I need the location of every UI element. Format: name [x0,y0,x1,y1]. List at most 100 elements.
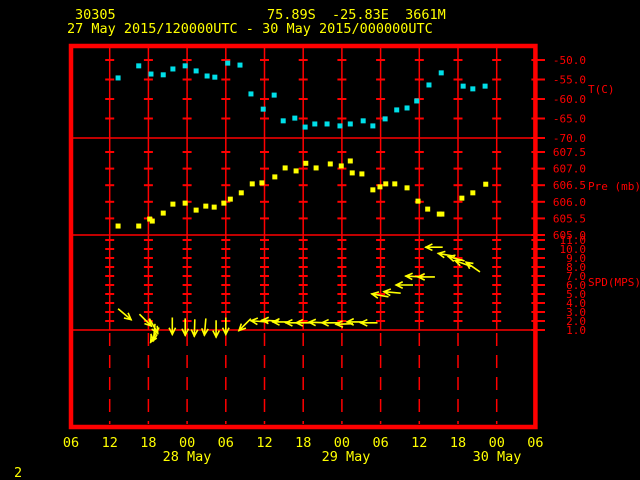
observation-period: 27 May 2015/120000UTC - 30 May 2015/0000… [67,21,433,37]
pressure-data-point [227,196,233,202]
y-tick-label: 607.5 [553,146,586,159]
temperature-data-point [182,63,188,69]
x-tick-label: 18 [140,435,156,451]
pressure-data-point [259,180,265,186]
x-tick-label: 18 [295,435,311,451]
wind-direction-arrow [358,318,378,327]
pressure-data-point [377,184,383,190]
pressure-data-point [282,165,288,171]
pressure-data-point [238,190,244,196]
x-tick-label: 06 [63,435,79,451]
pressure-data-point [359,171,365,177]
temperature-data-point [292,115,298,121]
temperature-data-point [302,124,308,130]
y-tick-label: -60.0 [553,93,586,106]
y-tick-label: 605.5 [553,212,586,225]
temperature-data-point [414,98,420,104]
temperature-data-point [312,121,318,127]
temperature-data-point [482,83,488,89]
pressure-data-point [415,198,421,204]
pressure-data-point [272,174,278,180]
y-tick-label: 606.0 [553,196,586,209]
date-label-30-may: 30 May [472,449,522,465]
temperature-data-point [148,71,154,77]
pressure-data-point [115,223,121,229]
pressure-data-point [303,160,309,166]
pressure-axis-title: Pre (mb) [588,180,640,193]
x-tick-label: 12 [102,435,118,451]
temperature-data-point [382,116,388,122]
temperature-data-point [115,75,121,81]
temperature-data-point [271,92,277,98]
pressure-data-point [170,201,176,207]
pressure-data-point [383,181,389,187]
pressure-data-point [347,158,353,164]
temperature-data-point [360,118,366,124]
temperature-data-point [337,123,343,129]
wind-direction-arrow [200,318,209,337]
y-tick-label: -50.0 [553,54,586,67]
wind-direction-arrow [394,281,413,289]
temperature-data-point [470,86,476,92]
temperature-data-point [136,63,142,69]
pressure-data-point [221,200,227,206]
pressure-data-point [293,168,299,174]
pressure-data-point [370,187,376,193]
wind-direction-arrow [382,288,401,297]
pressure-data-point [470,190,476,196]
temperature-data-point [324,121,330,127]
temperature-data-point [170,66,176,72]
wind-direction-arrow [424,243,443,252]
x-tick-label: 06 [527,435,543,451]
wind-direction-arrow [168,317,177,337]
temperature-data-point [394,107,400,113]
pressure-data-point [439,211,445,217]
temperature-data-point [347,121,353,127]
temperature-data-point [280,118,286,124]
pressure-data-point [459,195,465,201]
x-tick-label: 12 [411,435,427,451]
wind-direction-arrow [190,319,199,338]
temperature-data-point [438,70,444,76]
temperature-data-point [160,72,166,78]
y-tick-label: -70.0 [553,132,586,145]
temperature-data-point [237,62,243,68]
pressure-data-point [149,218,155,224]
pressure-data-point [249,181,255,187]
pressure-data-point [404,185,410,191]
timeseries-plot-canvas: -50.0 -55.0 -60.0 -65.0 -70.0607.5 607.0 606.5… [63,43,586,451]
temperature-data-point [460,83,466,89]
pressure-data-point [136,223,142,229]
y-tick-label: -65.0 [553,113,586,126]
temperature-data-point [212,74,218,80]
date-label-28-may: 28 May [162,449,212,465]
x-tick-label: 06 [372,435,388,451]
y-tick-label: 607.0 [553,163,586,176]
pressure-data-point [349,170,355,176]
windspeed-axis-title: SPD(MPS) [588,276,640,289]
wind-direction-arrow [212,320,221,339]
y-tick-label: 606.5 [553,179,586,192]
temperature-data-point [204,73,210,79]
pressure-data-point [338,163,344,169]
pressure-data-point [160,210,166,216]
y-tick-label: 1.0 [566,324,586,337]
station-location: 75.89S -25.83E 3661M [267,7,446,23]
temperature-data-point [404,105,410,111]
temperature-data-point [260,106,266,112]
temperature-data-point [193,68,199,74]
page-number: 2 [14,465,23,480]
y-tick-label: -55.0 [553,74,586,87]
x-tick-label: 12 [256,435,272,451]
temperature-data-point [248,91,254,97]
wind-direction-arrow [416,272,435,281]
pressure-data-point [182,200,188,206]
date-label-29-may: 29 May [321,449,371,465]
pressure-data-point [313,165,319,171]
pressure-data-point [193,207,199,213]
temperature-data-point [225,60,231,66]
pressure-data-point [392,181,398,187]
wind-direction-arrow [464,261,481,273]
temperature-data-point [370,123,376,129]
wind-direction-arrow [237,318,252,332]
